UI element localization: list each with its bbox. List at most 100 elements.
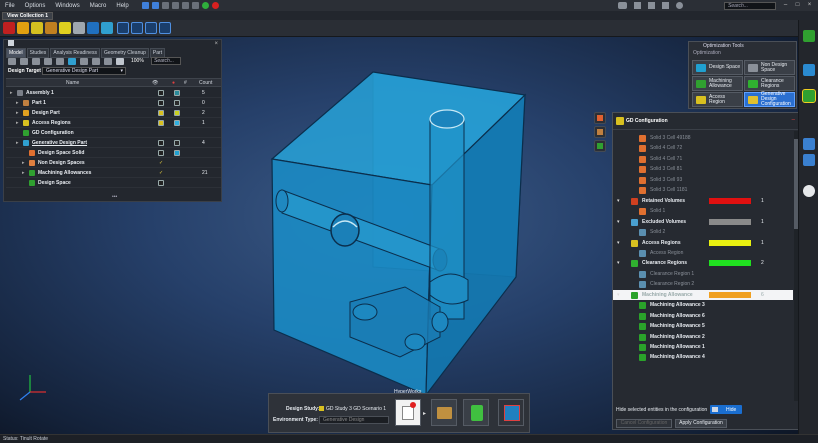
optimize-strip-icon[interactable] [803,30,815,42]
visibility-checkbox[interactable] [158,90,164,96]
transform-strip-icon[interactable] [803,64,815,76]
material-tool-icon[interactable] [87,22,99,34]
access-region-button[interactable]: Access Region [692,92,743,107]
run-icon[interactable] [201,2,209,9]
close-icon[interactable]: × [806,2,813,9]
group-expand-icon[interactable]: ▾ [617,292,620,298]
machining-allowance-button[interactable]: Machining Allowance [692,76,743,91]
browser-search-input[interactable]: Search... [151,57,181,65]
gd-item-row[interactable]: Machining Allowance 1 [613,342,793,352]
paste-icon[interactable] [191,2,199,9]
list-icon[interactable] [20,58,28,65]
edit-tool-icon[interactable] [45,22,57,34]
maximize-icon[interactable]: □ [794,2,801,9]
group-expand-icon[interactable]: ▾ [617,260,620,266]
redo-icon[interactable] [151,2,159,9]
filter-icon[interactable] [8,58,16,65]
gd-item-row[interactable]: Machining Allowance 2 [613,332,793,342]
global-search-input[interactable]: Search... [724,2,776,10]
visibility-checkbox[interactable] [158,120,164,126]
browser-row[interactable]: Design Space Solid [6,148,221,158]
geometry-tool-icon[interactable] [3,22,15,34]
menu-help[interactable]: Help [111,3,133,9]
camera-icon[interactable] [618,2,627,9]
clearance-regions-button[interactable]: Clearance Regions [744,76,795,91]
explore-button[interactable] [431,399,457,426]
grid-icon[interactable] [634,2,641,9]
group-expand-icon[interactable]: ▾ [617,240,620,246]
layout-icon[interactable] [648,2,655,9]
browser-row[interactable]: ▸ Design Part 2 [6,108,221,118]
column-id-icon[interactable]: # [184,80,187,86]
sphere-view-icon[interactable] [803,185,815,197]
property-tool-icon[interactable] [101,22,113,34]
cancel-configuration-button[interactable]: Cancel Configuration [616,419,672,428]
visibility-checkbox[interactable] [158,140,164,146]
expand-toggle-icon[interactable]: ▸ [22,170,25,176]
tree-icon[interactable] [32,58,40,65]
visibility-checkbox[interactable] [158,100,164,106]
open-icon[interactable] [161,2,169,9]
column-visibility-icon[interactable]: 👁 [152,80,158,86]
gd-item-row[interactable]: Solid 3 Cell 49188 [613,133,793,143]
gd-group-row[interactable]: ▾ Retained Volumes 1 [613,196,793,206]
hide-entities-toggle[interactable]: Hide [710,405,742,414]
show-icon[interactable] [80,58,88,65]
group-expand-icon[interactable]: ▾ [617,198,620,204]
group-color-bar[interactable] [709,197,751,204]
gd-side-tool-1[interactable] [594,112,606,124]
expand-toggle-icon[interactable]: ▸ [16,140,19,146]
color-swatch[interactable] [174,150,180,156]
user-icon[interactable] [676,2,683,9]
save-icon[interactable] [171,2,179,9]
check-icon[interactable]: ✓ [159,170,163,176]
browser-row[interactable]: GD Configuration [6,128,221,138]
sketch-tool-icon[interactable] [31,22,43,34]
gd-group-row[interactable]: ▾ Access Regions 1 [613,238,793,248]
browser-row[interactable]: ▸ Generative Design Part 4 [6,138,221,148]
expand-toggle-icon[interactable]: ▸ [10,90,13,96]
environment-type-select[interactable]: Generative Design [319,416,389,424]
gd-item-row[interactable]: Solid 3 Cell 81 [613,164,793,174]
browser-row[interactable]: ▸ Access Regions 1 [6,118,221,128]
cycle-tool-icon[interactable] [145,22,157,34]
check-icon[interactable]: ✓ [159,160,163,166]
visibility-checkbox[interactable] [158,180,164,186]
browser-row[interactable]: ▸ Non Design Spaces ✓ [6,158,221,168]
arrow-tool-icon[interactable] [159,22,171,34]
gd-item-row[interactable]: Machining Allowance 5 [613,321,793,331]
isolate-icon[interactable] [68,58,76,65]
settings-icon[interactable] [104,58,112,65]
color-swatch[interactable] [174,140,180,146]
menu-windows[interactable]: Windows [50,3,84,9]
non-design-space-button[interactable]: Non Design Space [744,60,795,75]
zoom-level[interactable]: 100% [131,58,144,64]
setup-study-button[interactable] [395,399,421,426]
gd-item-row[interactable]: Machining Allowance 4 [613,352,793,362]
view-front-icon[interactable] [803,138,815,150]
run-study-button[interactable] [463,399,489,426]
resize-grip-icon[interactable]: ••• [112,194,117,200]
minimize-icon[interactable]: – [782,2,789,9]
design-target-select[interactable]: Generative Design Part ▾ [42,67,126,75]
color-swatch[interactable] [174,90,180,96]
window-icon[interactable] [662,2,669,9]
browser-row[interactable]: ▸ Assembly 1 5 [6,88,221,98]
gd-item-row[interactable]: Solid 4 Cell 71 [613,154,793,164]
view-icon[interactable] [116,58,124,65]
visibility-checkbox[interactable] [158,110,164,116]
shape-tool-icon[interactable] [17,22,29,34]
apply-configuration-button[interactable]: Apply Configuration [675,419,727,428]
stop-icon[interactable] [211,2,219,9]
optimize-tool-icon[interactable] [117,22,129,34]
generative-design-configuration-button[interactable]: Generative Design Configuration [744,92,795,107]
group-color-bar[interactable] [709,291,751,298]
group-color-bar[interactable] [709,218,751,225]
expand-icon[interactable] [44,58,52,65]
gd-config-strip-icon[interactable] [802,89,816,103]
gd-item-row[interactable]: Solid 4 Cell 72 [613,143,793,153]
color-swatch[interactable] [174,120,180,126]
column-color-icon[interactable]: ● [172,80,175,86]
group-color-bar[interactable] [709,260,751,267]
expand-toggle-icon[interactable]: ▸ [16,120,19,126]
